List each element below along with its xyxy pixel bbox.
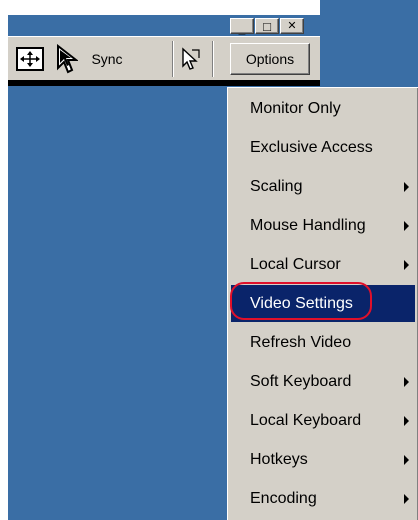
fit-to-window-button[interactable] — [12, 43, 48, 75]
submenu-arrow-icon — [404, 454, 409, 465]
single-cursor-button[interactable] — [178, 43, 204, 75]
submenu-arrow-icon — [404, 181, 409, 192]
menu-item-label: Video Settings — [250, 294, 353, 312]
toolbar-border — [8, 80, 320, 86]
submenu-arrow-icon — [404, 376, 409, 387]
submenu-arrow-icon — [404, 259, 409, 270]
mouse-pointer-button[interactable] — [52, 43, 82, 75]
single-cursor-icon — [182, 47, 200, 70]
menu-item-label: Refresh Video — [250, 333, 352, 351]
menu-item-label: Exclusive Access — [250, 138, 373, 156]
maximize-button[interactable]: □ — [255, 18, 279, 34]
menu-item-monitor-only[interactable]: Monitor Only — [231, 90, 415, 127]
menu-item-hotkeys[interactable]: Hotkeys — [231, 441, 415, 478]
options-menu-button[interactable]: Options — [230, 43, 310, 75]
menu-item-encoding[interactable]: Encoding — [231, 480, 415, 517]
sync-button[interactable]: Sync — [86, 43, 128, 75]
menu-item-soft-keyboard[interactable]: Soft Keyboard — [231, 363, 415, 400]
menu-item-refresh-video[interactable]: Refresh Video — [231, 324, 415, 361]
submenu-arrow-icon — [404, 493, 409, 504]
menu-item-local-keyboard[interactable]: Local Keyboard — [231, 402, 415, 439]
menu-item-label: Soft Keyboard — [250, 372, 352, 390]
menu-item-scaling[interactable]: Scaling — [231, 168, 415, 205]
title-bar: _ □ ✕ — [8, 15, 320, 36]
menu-item-label: Mouse Handling — [250, 216, 366, 234]
menu-item-video-settings[interactable]: Video Settings — [231, 285, 415, 322]
window-controls: _ □ ✕ — [230, 18, 304, 36]
toolbar: Sync Options — [8, 36, 320, 80]
options-label: Options — [245, 51, 295, 67]
mouse-pointer-icon — [57, 44, 78, 74]
close-button[interactable]: ✕ — [280, 18, 304, 34]
menu-item-exclusive-access[interactable]: Exclusive Access — [231, 129, 415, 166]
menu-item-label: Scaling — [250, 177, 303, 195]
maximize-icon: □ — [263, 18, 271, 34]
menu-item-label: Monitor Only — [250, 99, 341, 117]
menu-item-label: Hotkeys — [250, 450, 308, 468]
sync-label: Sync — [91, 51, 123, 67]
options-dropdown-menu: Monitor Only Exclusive Access Scaling Mo… — [227, 87, 418, 520]
menu-item-label: Encoding — [250, 489, 317, 507]
close-icon: ✕ — [287, 19, 297, 32]
fit-to-window-icon — [16, 47, 44, 71]
menu-item-mouse-handling[interactable]: Mouse Handling — [231, 207, 415, 244]
minimize-button[interactable]: _ — [230, 18, 254, 36]
minimize-icon: _ — [238, 22, 246, 36]
toolbar-separator — [172, 41, 174, 77]
submenu-arrow-icon — [404, 220, 409, 231]
toolbar-separator — [212, 41, 214, 77]
menu-item-local-cursor[interactable]: Local Cursor — [231, 246, 415, 283]
menu-item-label: Local Keyboard — [250, 411, 362, 429]
menu-item-label: Local Cursor — [250, 255, 341, 273]
submenu-arrow-icon — [404, 415, 409, 426]
